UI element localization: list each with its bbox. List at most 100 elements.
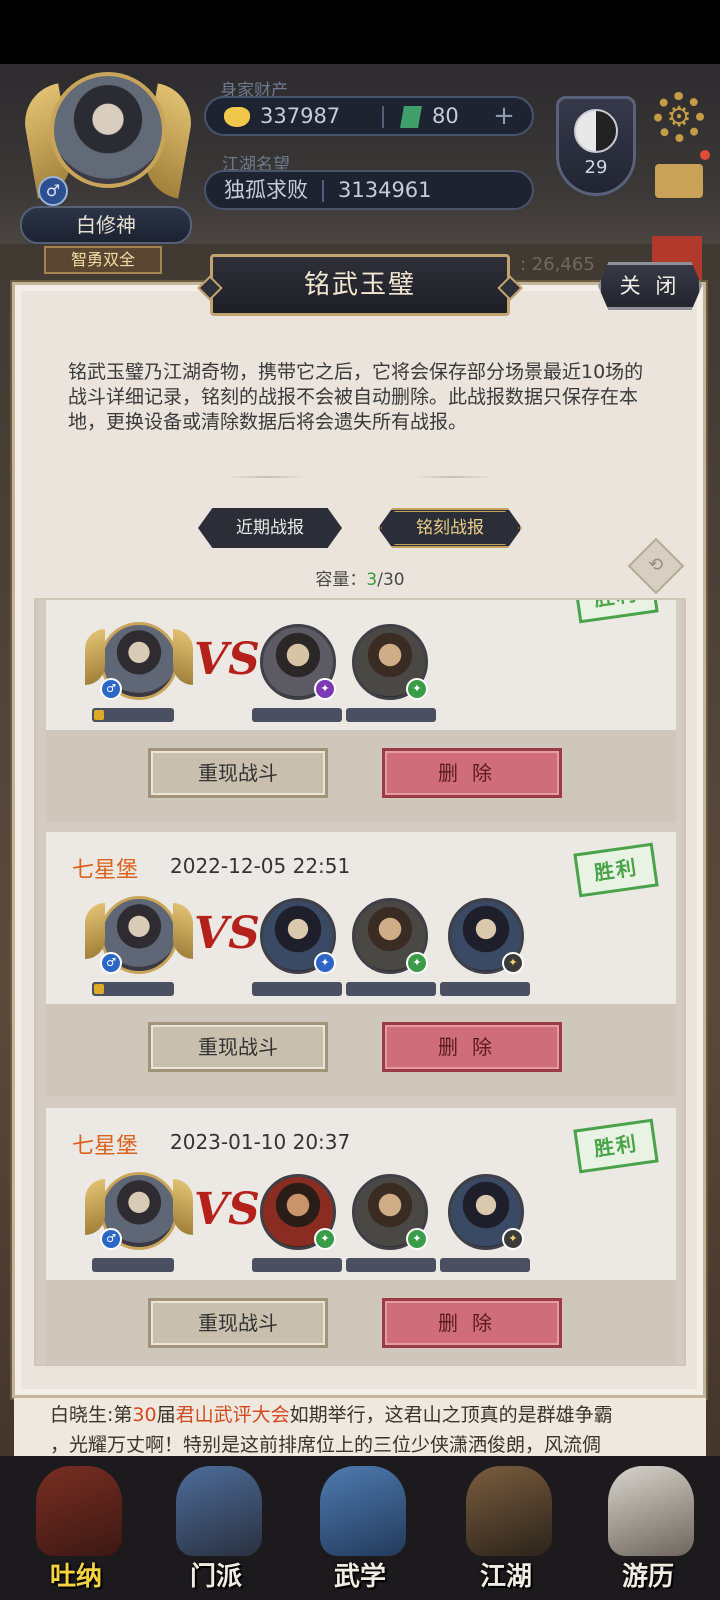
gold-amount: 337987: [260, 104, 341, 128]
chat-line: ，光耀万丈啊！特别是这前排席位上的三位少侠潇洒俊朗，风流倜: [50, 1434, 602, 1456]
battle-record: 七星堡 2023-01-10 20:37 胜利 ♂ VS ✦ ✦ ✦ 重现战斗 …: [46, 1108, 676, 1364]
chat-event: 君山武评大会: [175, 1404, 290, 1426]
victory-stamp: 胜利: [573, 600, 659, 624]
gender-male-icon: ♂: [100, 1228, 122, 1250]
gourd-icon: [36, 1466, 122, 1556]
battle-record: 七星堡 2022-12-05 22:51 胜利 ♂ VS ✦ ✦ ✦ 重现战斗 …: [46, 832, 676, 1096]
delete-button[interactable]: 删除: [382, 1022, 562, 1072]
chat-number: 30: [132, 1404, 157, 1426]
capacity-current: 3: [366, 570, 378, 590]
nav-label: 游历: [621, 1562, 674, 1592]
record-time: 2022-12-05 22:51: [170, 854, 351, 878]
nav-jianghu[interactable]: 江湖: [446, 1456, 566, 1600]
gender-male-icon: ♂: [38, 176, 68, 206]
enemy-hp-bar: [346, 982, 436, 996]
player-hp-bar: [92, 708, 174, 722]
replay-battle-button[interactable]: 重现战斗: [148, 1298, 328, 1348]
capacity-label: 容量：: [315, 570, 367, 590]
enemy-hp-bar: [252, 708, 342, 722]
bottom-nav: 吐纳 门派 武学 江湖 游历: [0, 1456, 720, 1600]
status-bar: [0, 0, 720, 64]
avatar-portrait: [50, 72, 166, 188]
jade-icon: [400, 106, 422, 128]
level-badge[interactable]: 29: [556, 96, 636, 196]
fame-bar: 独孤求败 3134961: [204, 170, 534, 210]
record-summary: 七星堡 2023-01-10 20:37 胜利 ♂ VS ✦ ✦ ✦: [46, 1108, 676, 1280]
tab-recent-reports[interactable]: 近期战报: [198, 508, 342, 548]
chat-text: 届: [156, 1404, 176, 1426]
record-time: 2023-01-10 20:37: [170, 1130, 351, 1154]
divider: [382, 106, 384, 128]
record-summary: 七星堡 2022-12-05 22:51 胜利 ♂ VS ✦ ✦ ✦: [46, 832, 676, 1004]
sect-badge-icon: ✦: [406, 952, 428, 974]
world-chat[interactable]: 白晓生:第30届君山武评大会如期举行，这君山之顶真的是群雄争霸 ，光耀万丈啊！特…: [14, 1398, 706, 1458]
notification-dot: [700, 150, 710, 160]
sect-badge-icon: ✦: [314, 952, 336, 974]
capacity-max: /30: [377, 570, 405, 590]
delete-button[interactable]: 删除: [382, 748, 562, 798]
delete-button[interactable]: 删除: [382, 1298, 562, 1348]
nav-label: 江湖: [479, 1562, 532, 1592]
nav-martial-arts[interactable]: 武学: [300, 1456, 420, 1600]
sect-badge-icon: ✦: [314, 1228, 336, 1250]
chat-text: 如期举行，这君山之顶真的是群雄争霸: [289, 1404, 613, 1426]
record-place: 七星堡: [72, 858, 139, 883]
power-value: : 26,465: [520, 254, 595, 275]
sect-badge-icon: ✦: [502, 1228, 524, 1250]
battle-report-list[interactable]: 胜利 ♂ VS ✦ ✦ 重现战斗 删除 七星堡 2022-12-05 22:51…: [34, 598, 686, 1366]
close-button[interactable]: 关 闭: [598, 262, 702, 310]
vs-icon: VS: [194, 908, 260, 959]
gender-male-icon: ♂: [100, 952, 122, 974]
victory-stamp: 胜利: [573, 842, 659, 898]
record-place: 七星堡: [72, 1134, 139, 1159]
nav-breathing[interactable]: 吐纳: [16, 1456, 136, 1600]
jade-amount: 80: [432, 104, 459, 128]
nav-travel[interactable]: 游历: [588, 1456, 708, 1600]
sect-badge-icon: ✦: [406, 1228, 428, 1250]
gender-male-icon: ♂: [100, 678, 122, 700]
player-title: 智勇双全: [44, 246, 162, 274]
replay-battle-button[interactable]: 重现战斗: [148, 748, 328, 798]
player-hp-bar: [92, 982, 174, 996]
nav-label: 吐纳: [49, 1562, 102, 1592]
hp-fill: [94, 710, 104, 720]
add-currency-button[interactable]: +: [490, 101, 518, 133]
hp-fill: [94, 984, 104, 994]
replay-battle-button[interactable]: 重现战斗: [148, 1022, 328, 1072]
enemy-hp-bar: [440, 1258, 530, 1272]
vs-icon: VS: [194, 634, 260, 685]
divider: [322, 180, 324, 202]
sect-badge-icon: ✦: [406, 678, 428, 700]
fame-value: 3134961: [338, 178, 432, 202]
player-hp-bar: [92, 1258, 174, 1272]
scroll-book-icon: [320, 1466, 406, 1556]
capacity-text: 容量：3/30: [0, 565, 720, 590]
panel-description: 铭武玉璧乃江湖奇物，携带它之后，它将会保存部分场景最近10场的战斗详细记录，铭刻…: [68, 361, 644, 433]
gear-icon[interactable]: ⚙: [654, 92, 704, 142]
yinyang-icon: [574, 109, 618, 153]
enemy-hp-bar: [440, 982, 530, 996]
fame-title: 独孤求败: [224, 178, 308, 202]
wealth-bar: 337987 80 +: [204, 96, 534, 136]
chat-text: 白晓生:第: [50, 1404, 133, 1426]
enemy-hp-bar: [252, 1258, 342, 1272]
chat-line: 白晓生:第30届君山武评大会如期举行，这君山之顶真的是群雄争霸: [50, 1400, 670, 1430]
flourish-right: [414, 476, 494, 478]
gold-ingot-icon: [224, 107, 250, 127]
player-name: 白修神: [20, 206, 192, 244]
hat-icon: [466, 1466, 552, 1556]
battle-record: 胜利 ♂ VS ✦ ✦ 重现战斗 删除: [46, 600, 676, 822]
panel-title: 铭武玉璧: [210, 254, 510, 316]
horse-icon: [608, 1466, 694, 1556]
mail-icon[interactable]: [655, 164, 703, 198]
sect-badge-icon: ✦: [502, 952, 524, 974]
sect-badge-icon: ✦: [314, 678, 336, 700]
level-number: 29: [584, 157, 608, 178]
record-summary: 胜利 ♂ VS ✦ ✦: [46, 600, 676, 730]
nav-sect[interactable]: 门派: [156, 1456, 276, 1600]
victory-stamp: 胜利: [573, 1118, 659, 1174]
sect-banner-icon: [176, 1466, 262, 1556]
enemy-hp-bar: [252, 982, 342, 996]
tab-engraved-reports[interactable]: 铭刻战报: [378, 508, 522, 548]
flourish-left: [226, 476, 306, 478]
